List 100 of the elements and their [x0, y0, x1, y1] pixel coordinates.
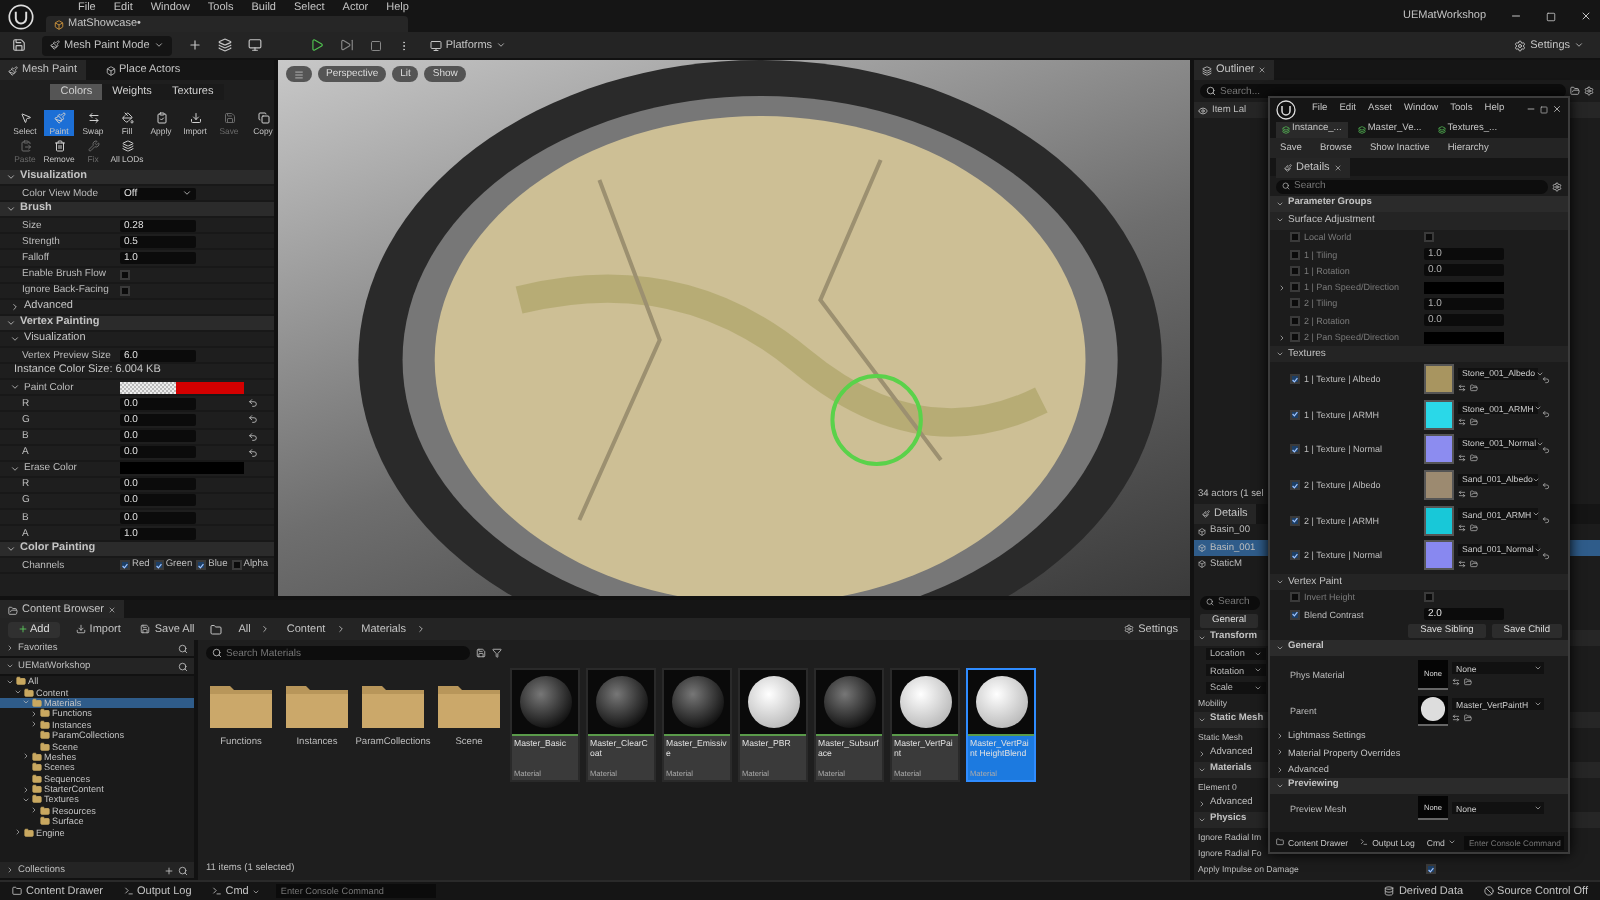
clipboard-check-icon	[155, 112, 167, 124]
texture-thumbnail[interactable]	[1424, 434, 1454, 465]
texture-thumbnail[interactable]	[1424, 399, 1454, 430]
viewport-menu-button[interactable]	[286, 66, 312, 82]
folder-icon	[1464, 678, 1472, 687]
folder-icon	[1470, 559, 1478, 568]
material-sphere-icon	[745, 674, 801, 730]
folder-icon[interactable]	[438, 680, 500, 728]
search-icon	[212, 648, 222, 658]
checkbox[interactable]	[1290, 374, 1300, 385]
material-sphere-icon	[593, 674, 649, 730]
checkbox[interactable]	[1290, 315, 1300, 326]
chevron-down-icon[interactable]	[6, 172, 16, 183]
texture-thumbnail[interactable]	[1424, 540, 1454, 571]
save-icon	[476, 648, 486, 658]
texture-thumbnail[interactable]	[1424, 470, 1454, 501]
arrows-icon	[1458, 489, 1466, 498]
checkbox[interactable]	[1290, 609, 1300, 620]
layers-icon	[217, 38, 232, 52]
folder-icon	[1470, 418, 1478, 427]
save-icon	[12, 38, 26, 52]
menu-icon	[294, 69, 304, 79]
texture-thumbnail[interactable]	[1424, 505, 1454, 536]
checkbox[interactable]	[1424, 232, 1434, 243]
layers-icon	[1357, 125, 1366, 133]
folder-icon	[1470, 489, 1478, 498]
chevron-down-icon[interactable]	[6, 204, 16, 215]
checkbox[interactable]	[1290, 444, 1300, 455]
copy-icon	[257, 112, 269, 124]
folder-icon	[1470, 453, 1478, 462]
folder-icon	[210, 623, 223, 635]
search-icon	[178, 661, 188, 671]
settings-icon	[1584, 86, 1594, 96]
color-swatch[interactable]	[1424, 281, 1504, 294]
download-icon	[189, 112, 201, 124]
color-swatch[interactable]	[1424, 331, 1504, 344]
color-swatch[interactable]	[120, 462, 244, 475]
checkbox[interactable]	[1290, 249, 1300, 260]
checkbox[interactable]	[1426, 864, 1436, 875]
reset-arrow-icon[interactable]	[248, 447, 258, 458]
checkbox[interactable]	[1290, 592, 1300, 603]
settings-icon	[1124, 624, 1135, 634]
pointer-icon	[19, 112, 31, 124]
checkbox[interactable]	[1424, 592, 1434, 603]
reset-arrow-icon[interactable]	[248, 414, 258, 425]
checkbox[interactable]	[196, 560, 207, 571]
engine-logo-icon[interactable]	[8, 3, 34, 29]
checkbox[interactable]	[120, 269, 130, 280]
checkbox[interactable]	[153, 560, 164, 571]
engine-logo-icon[interactable]	[1276, 99, 1296, 119]
arrows-icon	[1458, 453, 1466, 462]
reset-arrow-icon[interactable]	[248, 431, 258, 442]
checkbox[interactable]	[1290, 265, 1300, 276]
brush-icon	[1284, 163, 1292, 171]
checkbox[interactable]	[1290, 282, 1300, 293]
search-icon	[178, 643, 188, 653]
stop-icon	[369, 39, 382, 51]
checkbox[interactable]	[1290, 409, 1300, 420]
plus-icon	[164, 865, 174, 875]
maximize-icon	[1540, 105, 1548, 113]
save-icon	[223, 112, 235, 124]
checkbox[interactable]	[120, 285, 130, 296]
brush-icon	[53, 112, 65, 124]
reset-arrow-icon[interactable]	[248, 398, 258, 409]
folder-icon	[1470, 524, 1478, 533]
folder-icon[interactable]	[362, 680, 424, 728]
folder-icon[interactable]	[210, 680, 272, 728]
chevron-down-icon[interactable]	[6, 544, 16, 555]
material-sphere-icon	[973, 674, 1029, 730]
folder-icon[interactable]	[286, 680, 348, 728]
trash-icon	[53, 140, 65, 152]
checkbox[interactable]	[1290, 515, 1300, 526]
wrench-icon	[87, 140, 99, 152]
checkbox[interactable]	[1290, 232, 1300, 243]
color-swatch[interactable]	[120, 381, 244, 394]
checkbox[interactable]	[120, 560, 130, 571]
texture-thumbnail[interactable]	[1424, 364, 1454, 395]
arrows-icon	[1452, 714, 1460, 723]
chevron-down-icon[interactable]	[10, 333, 20, 344]
cube-icon	[1198, 544, 1206, 553]
chevron-right-icon[interactable]	[10, 301, 20, 312]
folder-icon	[1276, 838, 1284, 846]
download-icon	[75, 624, 86, 634]
search-icon	[1282, 182, 1290, 190]
plus-icon	[18, 624, 28, 634]
reset-arrow-icon	[1542, 516, 1550, 525]
play-icon	[309, 38, 324, 52]
checkbox[interactable]	[1290, 550, 1300, 561]
checkbox[interactable]	[1290, 332, 1300, 343]
arrows-icon	[1452, 678, 1460, 687]
checkbox[interactable]	[231, 560, 242, 571]
cube-icon	[1198, 527, 1206, 536]
chevron-down-icon[interactable]	[6, 317, 16, 328]
folder-icon	[1470, 383, 1478, 392]
material-thumbnail[interactable]	[1418, 695, 1448, 726]
database-icon	[1384, 886, 1395, 896]
cube-icon	[1198, 560, 1206, 569]
checkbox[interactable]	[1290, 298, 1300, 309]
checkbox[interactable]	[1290, 480, 1300, 491]
brush-icon	[50, 40, 60, 50]
